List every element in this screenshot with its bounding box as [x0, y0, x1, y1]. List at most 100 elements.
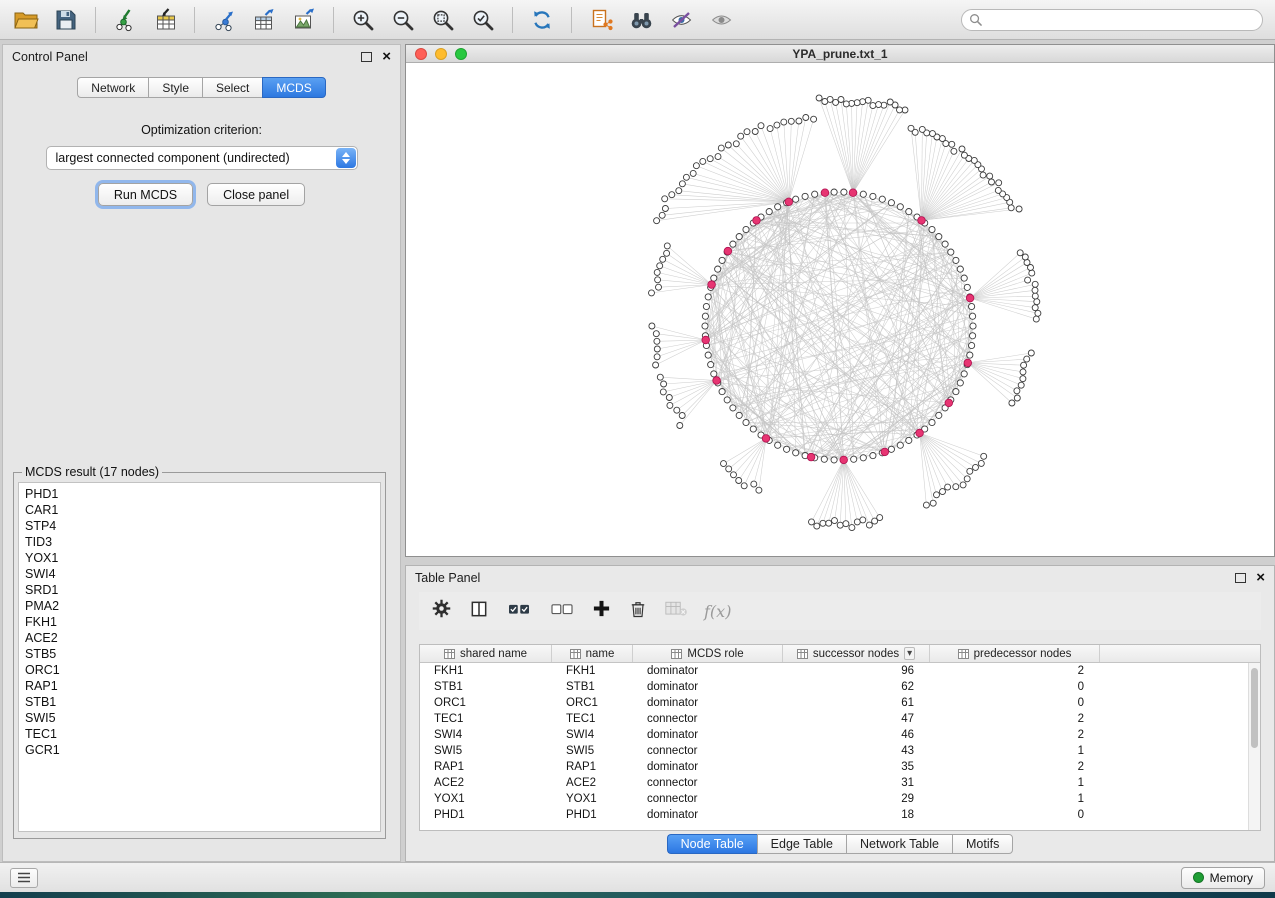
mcds-result-item[interactable]: TEC1 — [19, 726, 380, 742]
tab-mcds[interactable]: MCDS — [262, 77, 325, 98]
sort-chevron-icon[interactable]: ▾ — [904, 647, 915, 660]
mcds-result-list[interactable]: PHD1CAR1STP4TID3YOX1SWI4SRD1PMA2FKH1ACE2… — [18, 482, 381, 832]
table-row[interactable]: FKH1FKH1dominator962 — [420, 663, 1260, 679]
memory-button[interactable]: Memory — [1181, 867, 1265, 889]
table-row[interactable]: PHD1PHD1dominator180 — [420, 807, 1260, 823]
window-close-icon[interactable] — [415, 48, 427, 60]
task-history-button[interactable] — [10, 868, 38, 888]
open-file-button[interactable] — [8, 4, 44, 36]
close-panel-button[interactable]: Close panel — [207, 183, 305, 206]
toolbar-separator — [512, 7, 513, 33]
export-table-button[interactable] — [246, 4, 282, 36]
column-header-successor-nodes[interactable]: successor nodes ▾ — [783, 645, 930, 662]
zoom-in-button[interactable] — [345, 4, 381, 36]
search-network-button[interactable] — [623, 4, 659, 36]
column-header-mcds-role[interactable]: MCDS role — [633, 645, 783, 662]
network-graph[interactable] — [406, 64, 1272, 556]
table-panel: Table Panel × — [405, 565, 1275, 862]
table-cell: 0 — [930, 695, 1100, 711]
mcds-result-item[interactable]: YOX1 — [19, 550, 380, 566]
tab-network[interactable]: Network — [77, 77, 148, 98]
run-mcds-button[interactable]: Run MCDS — [98, 183, 193, 206]
column-header-predecessor-nodes[interactable]: predecessor nodes — [930, 645, 1100, 662]
mcds-result-item[interactable]: TID3 — [19, 534, 380, 550]
table-row[interactable]: SWI4SWI4dominator462 — [420, 727, 1260, 743]
tab-network-table[interactable]: Network Table — [846, 834, 952, 854]
import-table-button[interactable] — [147, 4, 183, 36]
table-row[interactable]: ORC1ORC1dominator610 — [420, 695, 1260, 711]
import-network-button[interactable] — [107, 4, 143, 36]
table-row[interactable]: ACE2ACE2connector311 — [420, 775, 1260, 791]
window-minimize-icon[interactable] — [435, 48, 447, 60]
column-header-name[interactable]: name — [552, 645, 633, 662]
export-network-button[interactable] — [206, 4, 242, 36]
tab-motifs[interactable]: Motifs — [952, 834, 1013, 854]
mcds-result-item[interactable]: RAP1 — [19, 678, 380, 694]
scrollbar-thumb[interactable] — [1251, 668, 1258, 748]
delete-column-button[interactable] — [628, 599, 648, 624]
zoom-fit-button[interactable] — [425, 4, 461, 36]
column-header-shared-name[interactable]: shared name — [420, 645, 552, 662]
clone-network-button[interactable] — [583, 4, 619, 36]
mcds-result-item[interactable]: SRD1 — [19, 582, 380, 598]
table-row[interactable]: YOX1YOX1connector291 — [420, 791, 1260, 807]
table-row[interactable]: STB1STB1dominator620 — [420, 679, 1260, 695]
function-builder-button[interactable]: f(x) — [704, 602, 731, 621]
float-panel-icon[interactable] — [361, 52, 372, 62]
mcds-result-item[interactable]: SWI5 — [19, 710, 380, 726]
mcds-result-item[interactable]: CAR1 — [19, 502, 380, 518]
mcds-result-item[interactable]: STP4 — [19, 518, 380, 534]
network-canvas[interactable] — [406, 64, 1274, 556]
column-label: MCDS role — [687, 648, 743, 660]
network-window-titlebar[interactable]: YPA_prune.txt_1 — [406, 45, 1274, 63]
float-panel-icon[interactable] — [1235, 573, 1246, 583]
show-all-button[interactable] — [703, 4, 739, 36]
mcds-result-item[interactable]: ACE2 — [19, 630, 380, 646]
table-cell: 2 — [930, 759, 1100, 775]
export-image-button[interactable] — [286, 4, 322, 36]
table-cell: dominator — [633, 663, 783, 679]
add-column-button[interactable] — [592, 599, 611, 623]
table-panel-tabs: Node Table Edge Table Network Table Moti… — [406, 834, 1274, 854]
table-cell: dominator — [633, 679, 783, 695]
search-box[interactable] — [961, 9, 1263, 31]
status-bar: Memory — [0, 862, 1275, 892]
tab-style[interactable]: Style — [148, 77, 202, 98]
zoom-out-button[interactable] — [385, 4, 421, 36]
mcds-result-item[interactable]: ORC1 — [19, 662, 380, 678]
window-maximize-icon[interactable] — [455, 48, 467, 60]
criterion-dropdown[interactable]: largest connected component (undirected) — [46, 146, 358, 170]
table-scrollbar[interactable] — [1248, 663, 1260, 830]
tab-node-table[interactable]: Node Table — [667, 834, 757, 854]
mcds-result-item[interactable]: STB1 — [19, 694, 380, 710]
refresh-view-button[interactable] — [524, 4, 560, 36]
table-cell: SWI4 — [552, 727, 633, 743]
close-panel-icon[interactable]: × — [382, 52, 391, 62]
table-row[interactable]: SWI5SWI5connector431 — [420, 743, 1260, 759]
hide-selected-button[interactable] — [663, 4, 699, 36]
zoom-selected-button[interactable] — [465, 4, 501, 36]
mcds-result-item[interactable]: FKH1 — [19, 614, 380, 630]
mcds-result-item[interactable]: SWI4 — [19, 566, 380, 582]
tab-select[interactable]: Select — [202, 77, 262, 98]
mcds-result-item[interactable]: GCR1 — [19, 742, 380, 758]
close-panel-icon[interactable]: × — [1256, 573, 1265, 583]
show-columns-button[interactable] — [469, 599, 489, 624]
mcds-result-item[interactable]: PHD1 — [19, 486, 380, 502]
search-input[interactable] — [987, 12, 1255, 28]
mcds-result-item[interactable]: PMA2 — [19, 598, 380, 614]
table-cell: ORC1 — [552, 695, 633, 711]
table-cell: FKH1 — [420, 663, 552, 679]
column-label: shared name — [460, 648, 527, 660]
table-disabled-icon — [665, 600, 687, 618]
table-row[interactable]: RAP1RAP1dominator352 — [420, 759, 1260, 775]
save-session-button[interactable] — [48, 4, 84, 36]
select-all-rows-button[interactable] — [506, 599, 532, 624]
table-settings-button[interactable] — [431, 598, 452, 624]
mcds-result-item[interactable]: STB5 — [19, 646, 380, 662]
tab-edge-table[interactable]: Edge Table — [757, 834, 846, 854]
table-cell: dominator — [633, 727, 783, 743]
table-cell: connector — [633, 775, 783, 791]
table-row[interactable]: TEC1TEC1connector472 — [420, 711, 1260, 727]
deselect-all-rows-button[interactable] — [549, 599, 575, 624]
